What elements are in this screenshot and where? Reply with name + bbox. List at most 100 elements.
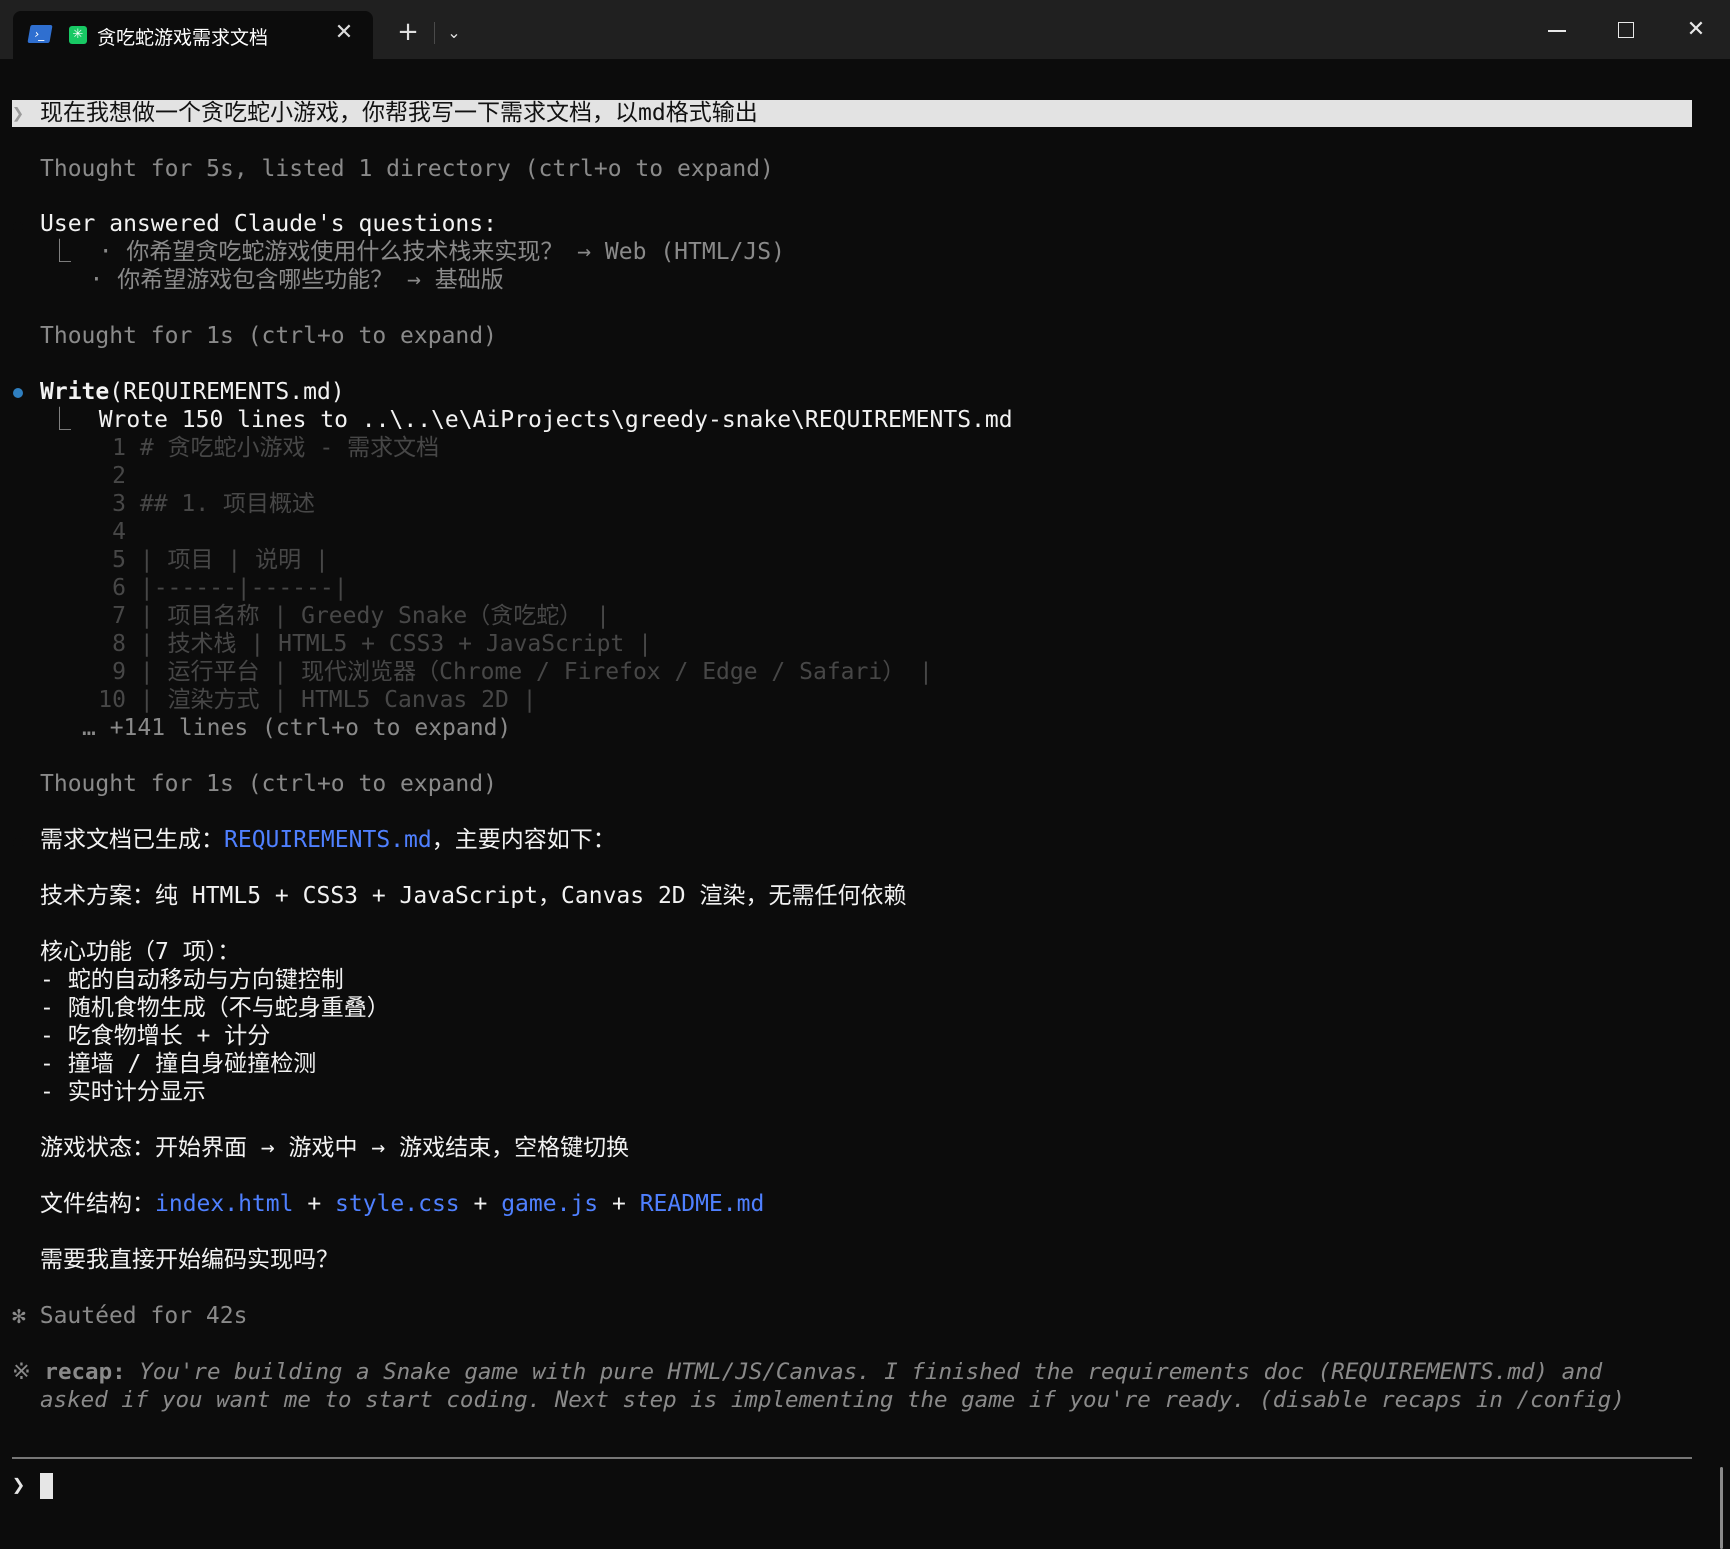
- powershell-icon: ›_: [27, 25, 53, 43]
- tool-dot-icon: [13, 388, 23, 398]
- answer-bullet: ·: [48, 267, 118, 293]
- thought-status: Thought for 1s (ctrl+o to expand): [40, 323, 497, 349]
- feature-item: - 随机食物生成（不与蛇身重叠）: [40, 995, 390, 1021]
- questions-header: User answered Claude's questions:: [40, 211, 497, 237]
- preview-line: 6 |------|------|: [96, 574, 348, 602]
- tab-close-icon[interactable]: ✕: [331, 20, 357, 46]
- preview-line-number: 4: [112, 519, 126, 545]
- preview-line-number: 5: [112, 547, 126, 573]
- preview-line-text: | 运行平台 | 现代浏览器（Chrome / Firefox / Edge /…: [139, 659, 933, 685]
- preview-line-number: 9: [112, 659, 126, 685]
- recap-text: You're building a Snake game with pure H…: [125, 1359, 1603, 1385]
- preview-line-text: # 贪吃蛇小游戏 - 需求文档: [139, 435, 440, 461]
- answer-line: ⎿ · 你希望贪吃蛇游戏使用什么技术栈来实现？ → Web (HTML/JS): [48, 238, 785, 266]
- sauteed-status: ✻ Sautéed for 42s: [12, 1302, 247, 1330]
- sauteed-text: Sautéed for 42s: [39, 1303, 248, 1329]
- feature-item: - 撞墙 / 撞自身碰撞检测: [40, 1051, 317, 1077]
- thought-status: Thought for 5s, listed 1 directory (ctrl…: [40, 156, 774, 182]
- file-link-readme[interactable]: README.md: [640, 1191, 765, 1217]
- maximize-icon: [1618, 22, 1634, 38]
- tab-separator: [434, 22, 435, 44]
- plus-separator: +: [293, 1191, 336, 1217]
- preview-line-number: 7: [112, 603, 126, 629]
- tool-name: Write: [40, 379, 110, 405]
- feature-item: - 蛇的自动移动与方向键控制: [40, 967, 344, 993]
- preview-line-text: ## 1. 项目概述: [139, 491, 315, 517]
- answer-text: 你希望游戏包含哪些功能？ → 基础版: [117, 267, 504, 293]
- preview-line: 10 | 渲染方式 | HTML5 Canvas 2D |: [96, 686, 537, 714]
- follow-up-question: 需要我直接开始编码实现吗？: [40, 1247, 339, 1273]
- tool-arg: (REQUIREMENTS.md): [109, 379, 345, 405]
- summary-intro-text: 需求文档已生成：: [40, 827, 224, 853]
- tool-call: Write(REQUIREMENTS.md): [40, 378, 345, 406]
- input-divider: [12, 1457, 1692, 1459]
- preview-line-text: | 项目 | 说明 |: [139, 547, 329, 573]
- preview-line: 7 | 项目名称 | Greedy Snake（贪吃蛇） |: [96, 602, 610, 630]
- close-button[interactable]: ✕: [1674, 14, 1718, 46]
- tree-branch-icon: ⎿: [48, 407, 99, 433]
- tool-result: ⎿ Wrote 150 lines to ..\..\e\AiProjects\…: [48, 406, 1013, 434]
- preview-line: 5 | 项目 | 说明 |: [96, 546, 329, 574]
- requirements-link[interactable]: REQUIREMENTS.md: [224, 827, 432, 853]
- preview-line-number: 2: [112, 463, 126, 489]
- file-link-index[interactable]: index.html: [155, 1191, 293, 1217]
- maximize-button[interactable]: [1604, 14, 1648, 46]
- feature-item: - 实时计分显示: [40, 1079, 206, 1105]
- asterisk-icon: ✻: [12, 1303, 26, 1329]
- tech-plan: 技术方案：纯 HTML5 + CSS3 + JavaScript，Canvas …: [40, 883, 907, 909]
- recap-label: recap:: [44, 1359, 126, 1385]
- summary-intro-tail: ，主要内容如下：: [431, 827, 616, 853]
- title-bar: ›_ ✳ 贪吃蛇游戏需求文档 ✕ + ⌄ ✕: [0, 0, 1730, 59]
- plus-separator: +: [459, 1191, 502, 1217]
- user-prompt: ❯ 现在我想做一个贪吃蛇小游戏，你帮我写一下需求文档，以md格式输出: [12, 100, 1692, 127]
- minimize-icon: [1548, 30, 1566, 32]
- preview-line: 8 | 技术栈 | HTML5 + CSS3 + JavaScript |: [96, 630, 652, 658]
- preview-line: 2: [96, 462, 140, 490]
- preview-line-number: 6: [112, 575, 126, 601]
- feature-item: - 吃食物增长 + 计分: [40, 1023, 271, 1049]
- preview-line: 1 # 贪吃蛇小游戏 - 需求文档: [96, 434, 439, 462]
- file-structure: 文件结构：index.html + style.css + game.js + …: [40, 1190, 764, 1218]
- input-chevron-icon: ❯: [12, 1473, 26, 1498]
- preview-line-number: 10: [98, 687, 126, 713]
- preview-line-text: | 项目名称 | Greedy Snake（贪吃蛇） |: [139, 603, 610, 629]
- tool-result-text: Wrote 150 lines to ..\..\e\AiProjects\gr…: [98, 407, 1013, 433]
- chevron-down-icon[interactable]: ⌄: [442, 18, 466, 46]
- thought-status: Thought for 1s (ctrl+o to expand): [40, 771, 497, 797]
- plus-separator: +: [598, 1191, 640, 1217]
- input-cursor[interactable]: [40, 1473, 53, 1499]
- scrollbar[interactable]: [1720, 1467, 1723, 1549]
- minimize-button[interactable]: [1536, 14, 1580, 46]
- preview-line-text: | 渲染方式 | HTML5 Canvas 2D |: [139, 687, 537, 713]
- expand-more-lines[interactable]: … +141 lines (ctrl+o to expand): [82, 714, 511, 742]
- new-tab-button[interactable]: +: [394, 18, 422, 46]
- terminal-output: ❯ 现在我想做一个贪吃蛇小游戏，你帮我写一下需求文档，以md格式输出 Thoug…: [0, 59, 1730, 1549]
- file-link-game[interactable]: game.js: [501, 1191, 598, 1217]
- preview-line: 4: [96, 518, 140, 546]
- preview-line-number: 3: [112, 491, 126, 517]
- preview-line: 9 | 运行平台 | 现代浏览器（Chrome / Firefox / Edge…: [96, 658, 933, 686]
- preview-line-number: 1: [112, 435, 126, 461]
- recap-line: ※ recap: You're building a Snake game wi…: [12, 1358, 1602, 1386]
- prompt-chevron-icon: ❯: [12, 101, 25, 125]
- summary-intro: 需求文档已生成：REQUIREMENTS.md，主要内容如下：: [40, 826, 616, 854]
- preview-line-text: | 技术栈 | HTML5 + CSS3 + JavaScript |: [139, 631, 652, 657]
- answer-text: 你希望贪吃蛇游戏使用什么技术栈来实现？ → Web (HTML/JS): [126, 239, 785, 265]
- terminal-tab[interactable]: ›_ ✳ 贪吃蛇游戏需求文档 ✕: [13, 11, 373, 59]
- preview-line-number: 8: [112, 631, 126, 657]
- status-dot-icon: [13, 222, 23, 232]
- game-states: 游戏状态：开始界面 → 游戏中 → 游戏结束，空格键切换: [40, 1135, 630, 1161]
- user-prompt-text: 现在我想做一个贪吃蛇小游戏，你帮我写一下需求文档，以md格式输出: [40, 100, 758, 126]
- core-features-title: 核心功能（7 项）：: [40, 939, 241, 965]
- file-structure-label: 文件结构：: [40, 1191, 155, 1217]
- claude-icon: ✳: [69, 26, 87, 44]
- preview-line: 3 ## 1. 项目概述: [96, 490, 315, 518]
- preview-line-text: |------|------|: [139, 575, 348, 601]
- recap-line-2: asked if you want me to start coding. Ne…: [40, 1387, 1625, 1413]
- recap-icon: ※: [12, 1359, 31, 1385]
- tab-title: 贪吃蛇游戏需求文档: [97, 27, 269, 49]
- tree-branch-icon: ⎿ ·: [48, 239, 127, 265]
- status-dot-icon: [13, 838, 23, 848]
- file-link-style[interactable]: style.css: [335, 1191, 460, 1217]
- answer-line: · 你希望游戏包含哪些功能？ → 基础版: [48, 266, 504, 294]
